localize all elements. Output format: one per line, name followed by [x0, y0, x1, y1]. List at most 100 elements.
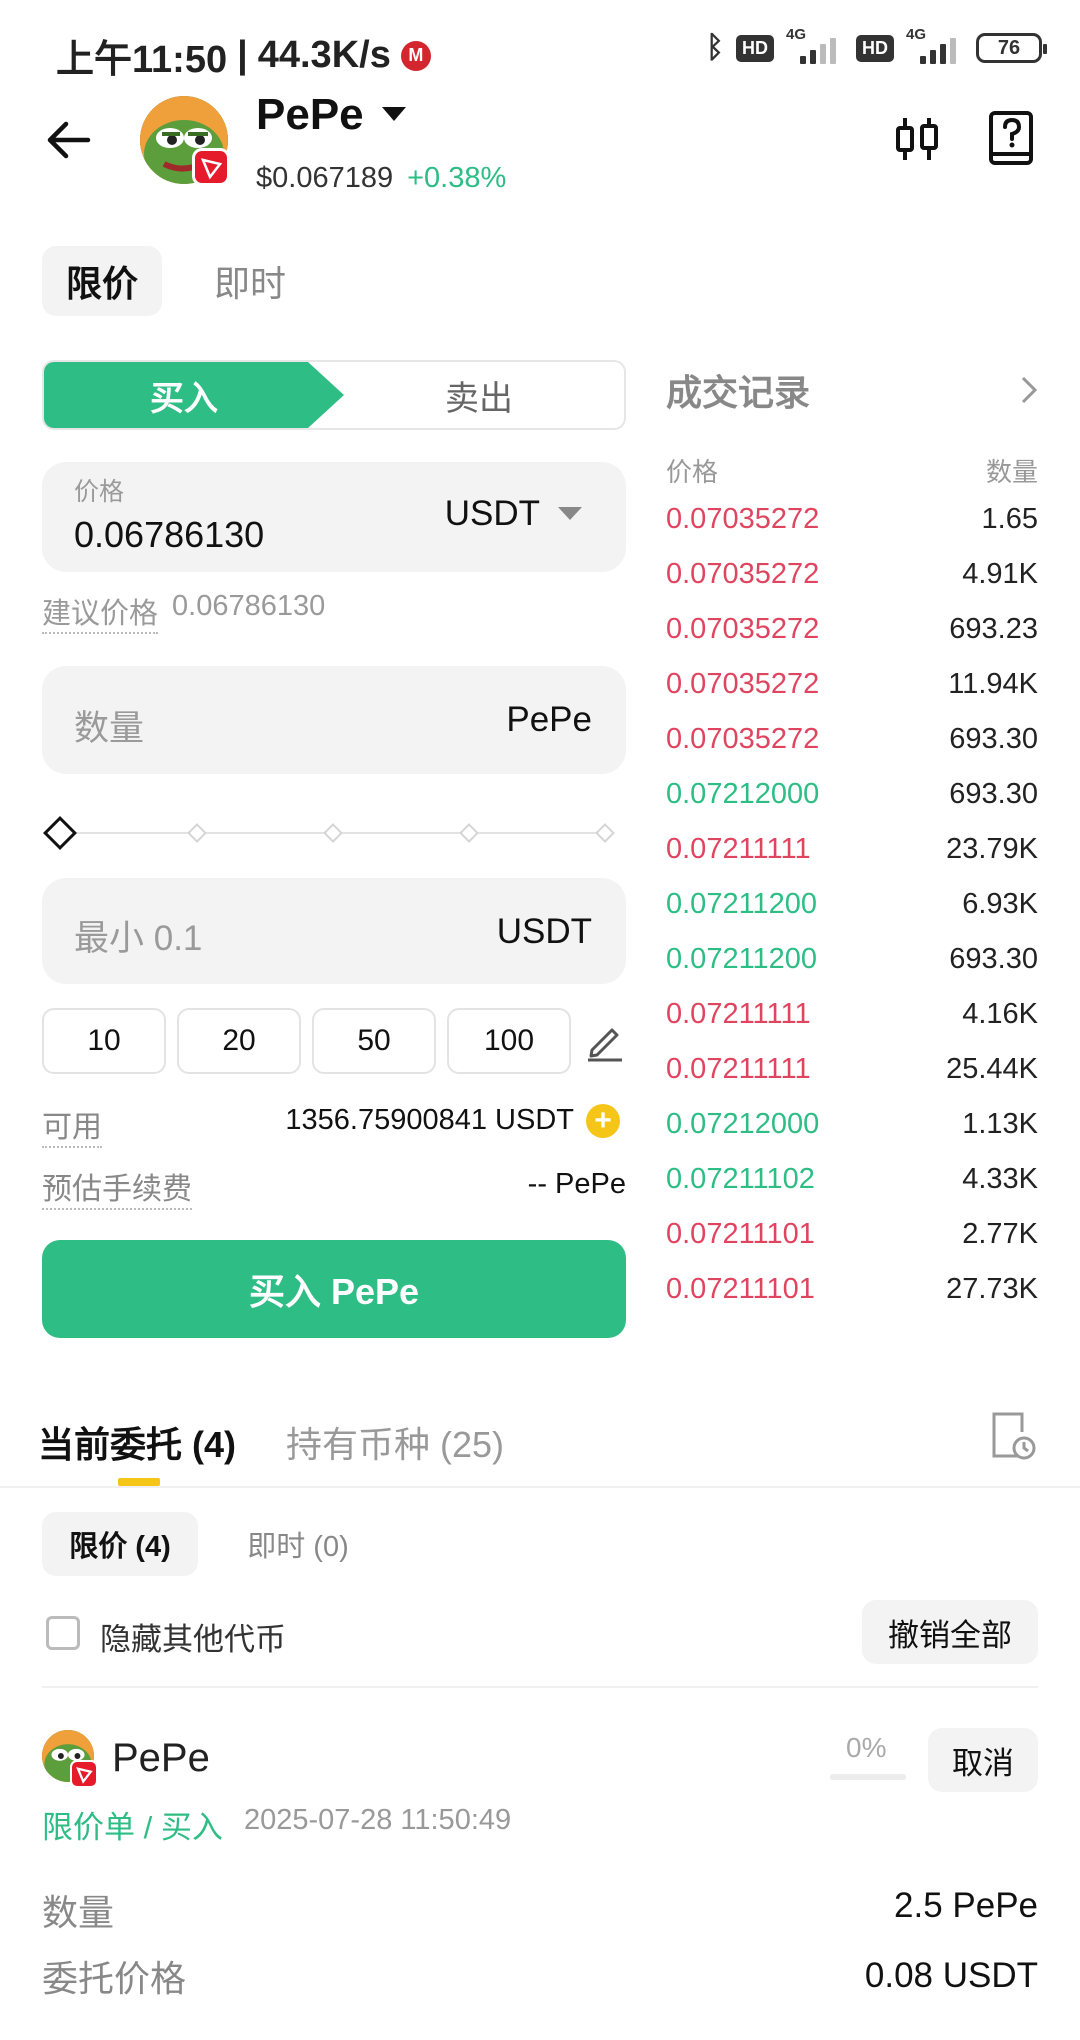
- buy-tab[interactable]: 买入: [44, 362, 344, 428]
- trade-quantity: 11.94K: [948, 668, 1038, 700]
- buy-submit-label: 买入 PePe: [248, 1271, 420, 1312]
- amount-placeholder: 最小 0.1: [74, 919, 203, 958]
- trade-row: 0.07211111 4.16K: [666, 987, 1038, 1042]
- amount-field[interactable]: 最小 0.1 USDT: [42, 878, 626, 984]
- quick-amount-button[interactable]: 10: [42, 1008, 166, 1074]
- plus-icon: +: [594, 1104, 612, 1137]
- trade-price: 0.07211200: [666, 943, 818, 975]
- trade-row: 0.07211102 4.33K: [666, 1152, 1038, 1207]
- trade-quantity: 693.30: [949, 778, 1038, 810]
- col-price: 价格: [666, 457, 719, 487]
- subtab-market[interactable]: 即时 (0): [220, 1512, 376, 1576]
- buy-sell-toggle: 买入 卖出: [42, 360, 626, 430]
- trade-history-header[interactable]: 成交记录: [666, 364, 1038, 416]
- cancel-order-button[interactable]: 取消: [928, 1728, 1038, 1792]
- price-field[interactable]: 价格 0.06786130 USDT: [42, 462, 626, 572]
- tron-icon: [200, 158, 223, 180]
- slider-handle[interactable]: [43, 816, 77, 850]
- price-row: $0.067189 +0.38%: [256, 162, 506, 195]
- deposit-plus-button[interactable]: +: [586, 1104, 620, 1138]
- suggested-price-value: 0.06786130: [172, 590, 326, 622]
- quick-amount-label: 50: [357, 1024, 391, 1057]
- hide-others-checkbox[interactable]: [46, 1616, 80, 1650]
- buy-submit-button[interactable]: 买入 PePe: [42, 1240, 626, 1338]
- trade-quantity: 27.73K: [946, 1273, 1038, 1305]
- available-label[interactable]: 可用: [42, 1102, 102, 1148]
- hide-others-label: 隐藏其他代币: [100, 1622, 286, 1657]
- tab-market-label: 即时: [213, 263, 286, 304]
- tab-market[interactable]: 即时: [190, 246, 310, 316]
- buy-tab-label: 买入: [150, 379, 218, 418]
- order-fill-bar: [830, 1774, 906, 1780]
- trade-quantity: 4.16K: [962, 998, 1038, 1030]
- tab-limit[interactable]: 限价: [42, 246, 162, 316]
- edit-quick-amounts-button[interactable]: [584, 1020, 626, 1062]
- order-qty-label: 数量: [42, 1892, 115, 1933]
- trade-quantity: 693.23: [949, 613, 1038, 645]
- trade-row: 0.07035272 4.91K: [666, 547, 1038, 602]
- coin-selector[interactable]: PePe: [256, 90, 406, 140]
- quick-amount-button[interactable]: 50: [312, 1008, 436, 1074]
- back-arrow-icon: [47, 121, 91, 159]
- quick-amount-label: 10: [87, 1024, 121, 1057]
- trade-price: 0.07212000: [666, 778, 820, 810]
- signal-icon-1: 4G: [786, 26, 844, 66]
- status-time: 上午11:50: [56, 39, 228, 81]
- quick-amount-label: 100: [483, 1024, 535, 1057]
- quick-amount-button[interactable]: 100: [447, 1008, 571, 1074]
- trade-row: 0.07035272 11.94K: [666, 657, 1038, 712]
- bluetooth-icon: ᛒ: [706, 31, 724, 64]
- slider-stop: [323, 823, 343, 843]
- trade-quantity: 4.91K: [962, 558, 1038, 590]
- trade-row: 0.07211101 27.73K: [666, 1262, 1038, 1317]
- trade-row: 0.07211200 6.93K: [666, 877, 1038, 932]
- subtab-limit[interactable]: 限价 (4): [42, 1512, 198, 1576]
- caret-down-icon: [381, 107, 406, 121]
- quantity-field[interactable]: 数量 PePe: [42, 666, 626, 774]
- trade-row: 0.07035272 693.30: [666, 712, 1038, 767]
- cancel-all-label: 撤销全部: [888, 1617, 1012, 1653]
- tab-limit-label: 限价: [65, 263, 138, 304]
- kline-chart-button[interactable]: [890, 112, 944, 166]
- quick-amount-button[interactable]: 20: [177, 1008, 301, 1074]
- pencil-icon: [588, 1028, 622, 1062]
- trade-price: 0.07211101: [666, 1273, 815, 1305]
- trade-quantity: 2.77K: [962, 1218, 1038, 1250]
- network-speed: 44.3K/s: [257, 34, 391, 76]
- price-field-label: 价格: [74, 478, 125, 506]
- suggested-price-label[interactable]: 建议价格: [42, 590, 159, 634]
- status-separator: |: [237, 34, 248, 76]
- sell-tab[interactable]: 卖出: [334, 362, 624, 428]
- trade-row: 0.07211111 25.44K: [666, 1042, 1038, 1097]
- trade-quantity: 693.30: [949, 943, 1038, 975]
- trade-price: 0.07211200: [666, 888, 818, 920]
- slider-stop: [459, 823, 479, 843]
- tab-holdings[interactable]: 持有币种 (25): [286, 1416, 504, 1468]
- currency-selector[interactable]: USDT: [445, 494, 582, 534]
- help-button[interactable]: [986, 110, 1038, 168]
- trade-row: 0.07211111 23.79K: [666, 822, 1038, 877]
- amount-slider[interactable]: [42, 816, 626, 852]
- order-history-button[interactable]: [988, 1410, 1036, 1462]
- trade-quantity: 693.30: [949, 723, 1038, 755]
- quantity-unit: PePe: [506, 700, 592, 739]
- tron-chain-badge: [192, 148, 230, 186]
- trade-row: 0.07212000 693.30: [666, 767, 1038, 822]
- bank-app-icon: M: [400, 40, 431, 71]
- hd-badge-2: HD: [856, 34, 894, 62]
- fee-value: -- PePe: [527, 1168, 626, 1200]
- coin-price: $0.067189: [256, 162, 394, 194]
- order-price-value: 0.08 USDT: [864, 1956, 1038, 1995]
- quantity-placeholder: 数量: [74, 709, 145, 748]
- cancel-all-button[interactable]: 撤销全部: [862, 1600, 1038, 1664]
- trade-price: 0.07035272: [666, 613, 820, 645]
- price-field-value: 0.06786130: [74, 514, 265, 555]
- tron-chain-badge: [70, 1760, 98, 1788]
- trade-price: 0.07035272: [666, 503, 820, 535]
- signal-icon-2: 4G: [906, 26, 964, 66]
- fee-label[interactable]: 预估手续费: [42, 1164, 192, 1210]
- tab-open-orders[interactable]: 当前委托 (4): [38, 1416, 236, 1468]
- back-button[interactable]: [42, 112, 98, 168]
- subtab-market-label: 即时 (0): [247, 1531, 349, 1563]
- amount-unit: USDT: [496, 912, 592, 951]
